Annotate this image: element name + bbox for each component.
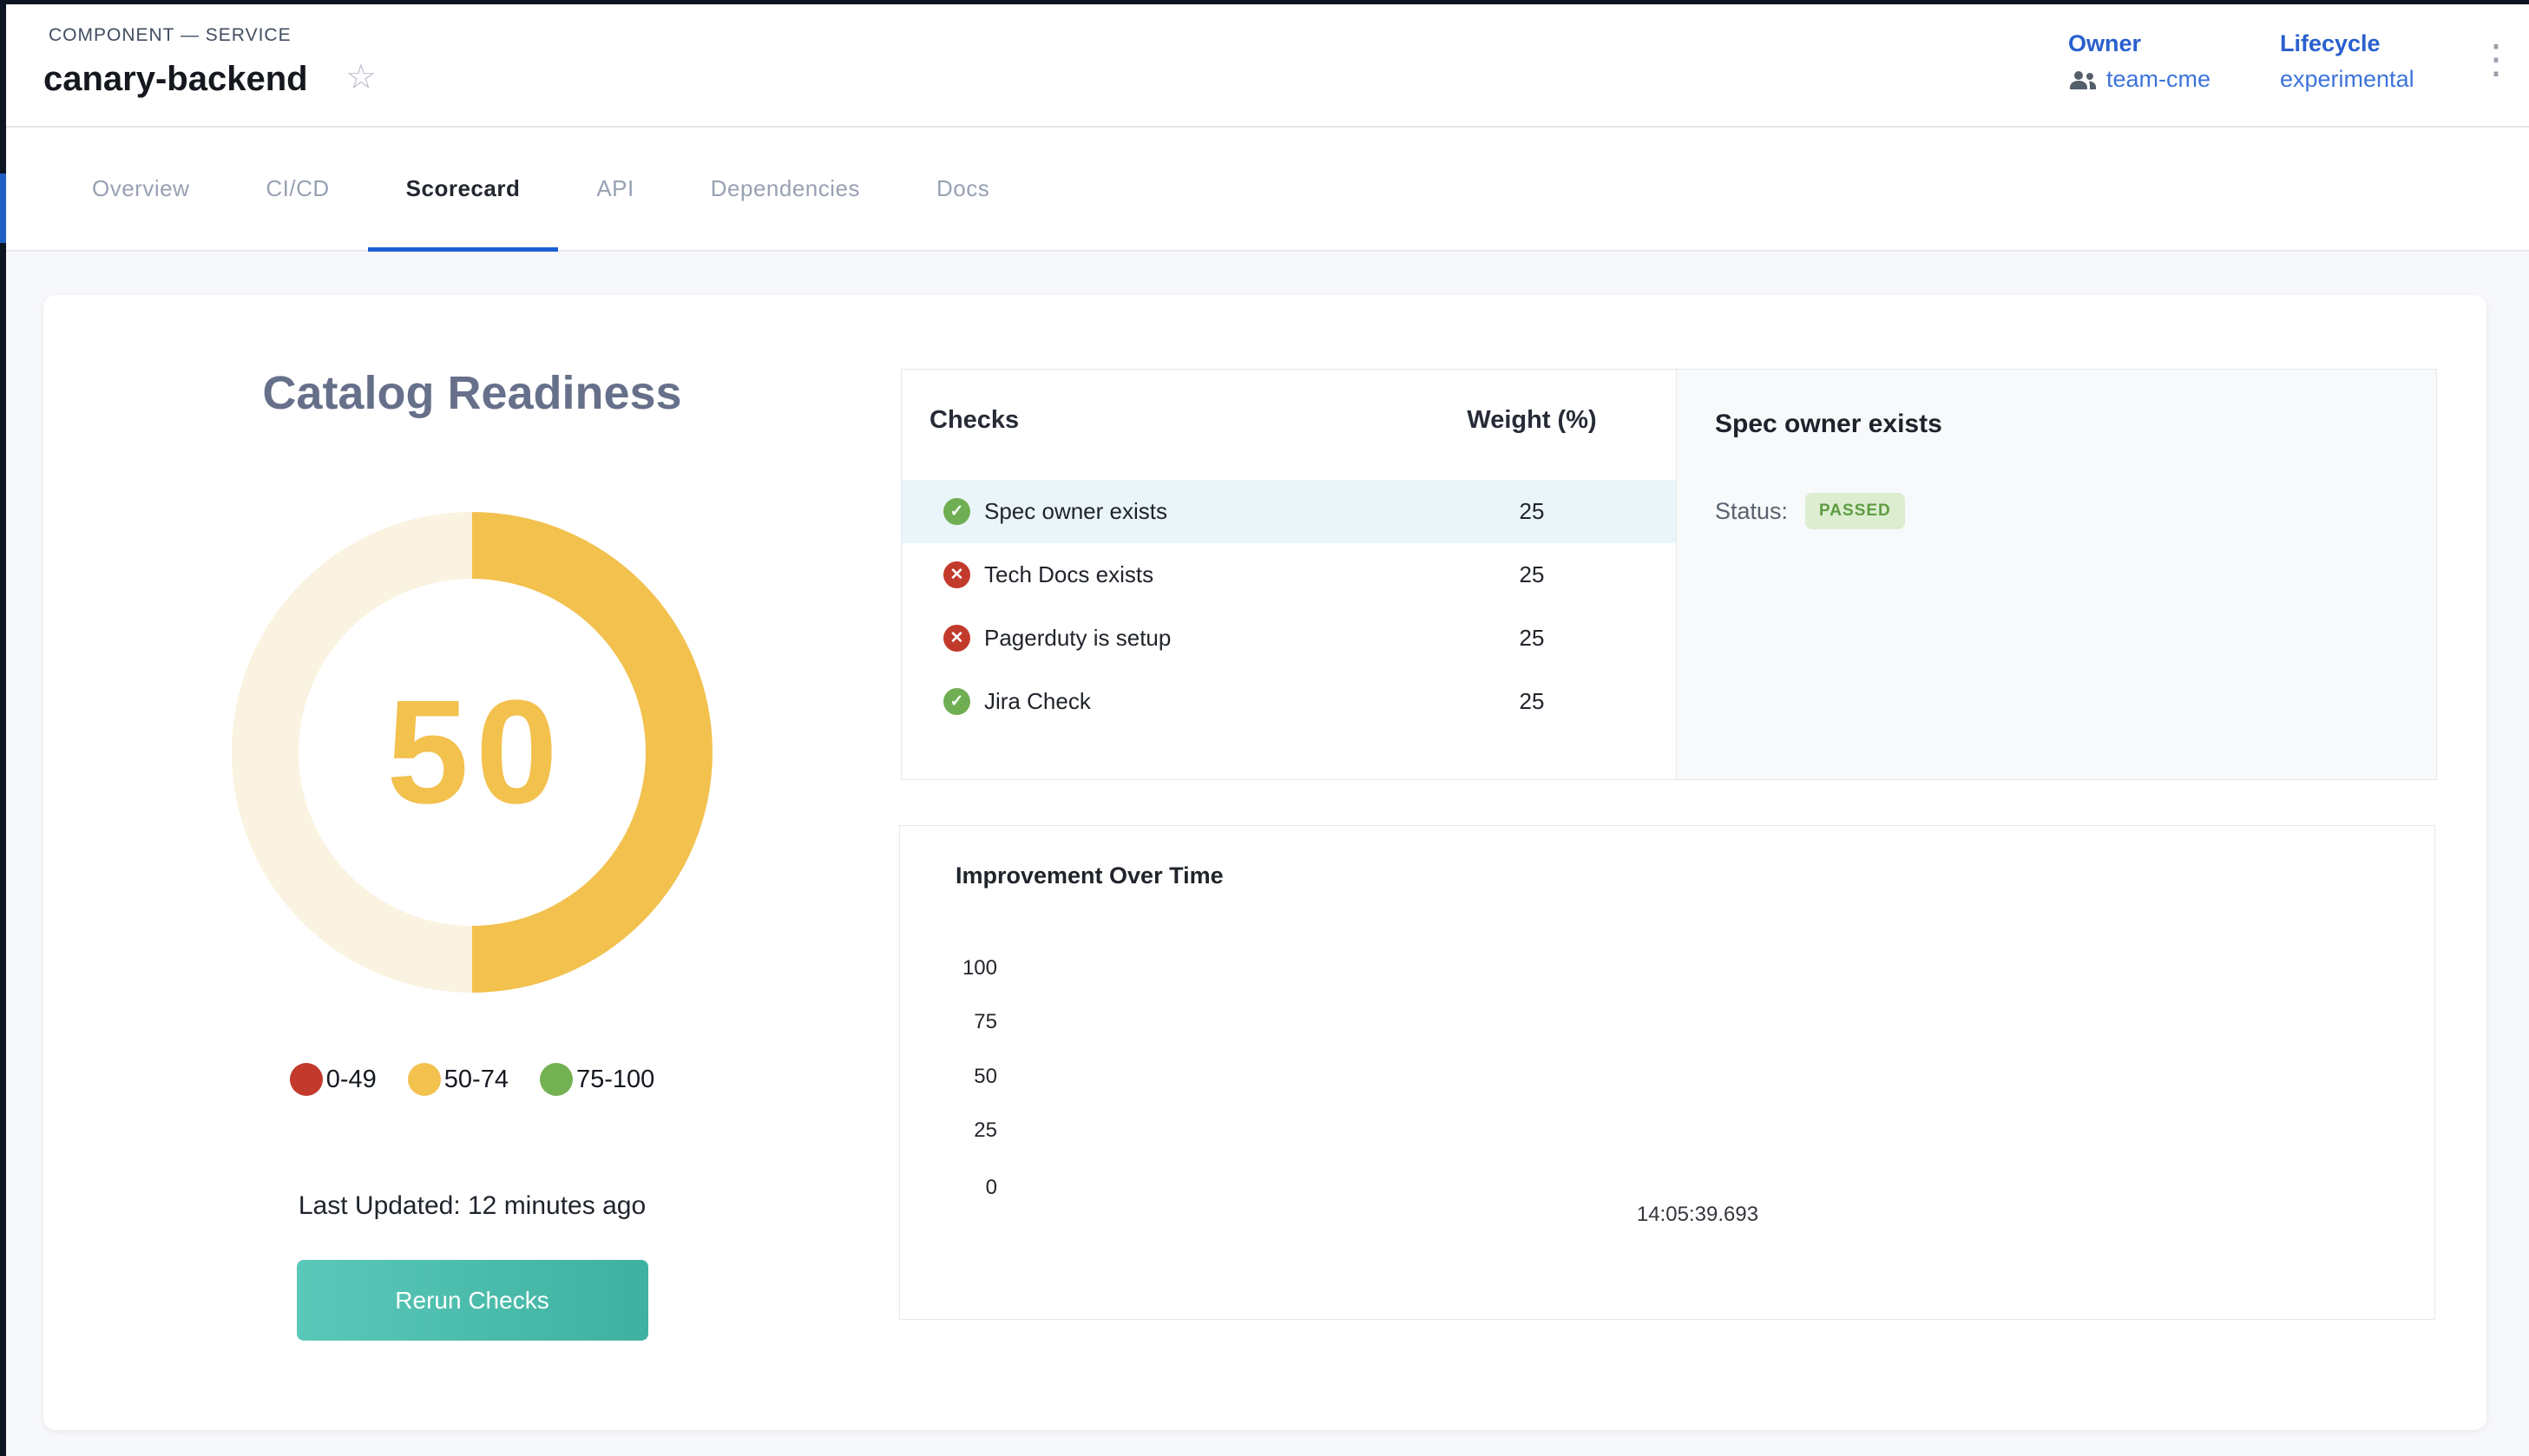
checks-panel: Checks Weight (%) ✓ Spec owner exists 25… (901, 369, 2437, 780)
checks-list: Checks Weight (%) ✓ Spec owner exists 25… (902, 370, 1676, 779)
legend-item-mid: 50-74 (408, 1063, 509, 1096)
x-axis-tick: 14:05:39.693 (1637, 1203, 1758, 1227)
y-axis-tick: 75 (900, 1010, 997, 1034)
score-gauge: 50 (232, 512, 713, 993)
owner-label: Owner (2068, 30, 2210, 57)
y-axis-tick: 100 (900, 956, 997, 981)
last-updated-text: Last Updated: 12 minutes ago (43, 1191, 901, 1221)
cross-circle-icon: ✕ (943, 625, 970, 652)
check-row-spec-owner[interactable]: ✓ Spec owner exists 25 (902, 480, 1676, 543)
owner-link[interactable]: team-cme (2106, 66, 2210, 93)
legend-item-low: 0-49 (290, 1063, 377, 1096)
tab-bar: Overview CI/CD Scorecard API Dependencie… (6, 128, 2529, 252)
check-row-jira[interactable]: ✓ Jira Check 25 (902, 670, 1676, 733)
chart-title: Improvement Over Time (956, 862, 1224, 889)
scorecard-page: COMPONENT — SERVICE canary-backend ☆ Own… (0, 0, 2529, 1456)
tab-cicd[interactable]: CI/CD (227, 128, 367, 250)
scorecard-card: Catalog Readiness 50 0-49 50-74 75-100 (43, 295, 2486, 1430)
weight-column-header: Weight (%) (1410, 406, 1653, 435)
left-edge-accent (0, 174, 6, 243)
y-axis-tick: 0 (900, 1176, 997, 1200)
tab-api[interactable]: API (558, 128, 672, 250)
check-row-tech-docs[interactable]: ✕ Tech Docs exists 25 (902, 543, 1676, 607)
rerun-checks-button[interactable]: Rerun Checks (297, 1260, 648, 1341)
legend-dot-red (290, 1063, 323, 1096)
checks-column-header: Checks (929, 406, 1410, 435)
check-circle-icon: ✓ (943, 498, 970, 525)
check-circle-icon: ✓ (943, 688, 970, 715)
check-detail-title: Spec owner exists (1715, 410, 2436, 439)
breadcrumb: COMPONENT — SERVICE (49, 25, 292, 46)
lifecycle-value: experimental (2280, 66, 2414, 93)
owner-block: Owner team-cme (2068, 30, 2210, 93)
score-value: 50 (386, 667, 564, 837)
check-row-pagerduty[interactable]: ✕ Pagerduty is setup 25 (902, 607, 1676, 670)
lifecycle-label: Lifecycle (2280, 30, 2414, 57)
checks-table-header: Checks Weight (%) (902, 406, 1676, 435)
cross-circle-icon: ✕ (943, 561, 970, 588)
tab-docs[interactable]: Docs (898, 128, 1028, 250)
score-gauge-hole: 50 (299, 579, 646, 926)
legend-item-high: 75-100 (540, 1063, 654, 1096)
check-detail-pane: Spec owner exists Status: PASSED (1676, 370, 2436, 779)
team-icon (2068, 69, 2098, 90)
favorite-star-icon[interactable]: ☆ (345, 60, 377, 95)
entity-header: COMPONENT — SERVICE canary-backend ☆ Own… (6, 4, 2529, 128)
page-title: canary-backend (43, 60, 308, 99)
y-axis-tick: 50 (900, 1065, 997, 1089)
check-status-row: Status: PASSED (1715, 493, 2436, 529)
improvement-chart-card: Improvement Over Time 100 75 50 25 0 14:… (899, 825, 2435, 1320)
tab-overview[interactable]: Overview (54, 128, 227, 250)
status-label: Status: (1715, 498, 1788, 525)
gauge-title: Catalog Readiness (43, 366, 901, 420)
legend-dot-green (540, 1063, 573, 1096)
legend-dot-yellow (408, 1063, 441, 1096)
lifecycle-block: Lifecycle experimental (2280, 30, 2414, 93)
score-legend: 0-49 50-74 75-100 (43, 1063, 901, 1096)
tab-dependencies[interactable]: Dependencies (673, 128, 898, 250)
catalog-readiness-section: Catalog Readiness 50 0-49 50-74 75-100 (43, 295, 901, 1341)
tab-scorecard[interactable]: Scorecard (368, 128, 559, 250)
kebab-menu-icon[interactable]: ⋮ (2476, 39, 2516, 79)
status-badge: PASSED (1805, 493, 1905, 529)
y-axis-tick: 25 (900, 1118, 997, 1143)
